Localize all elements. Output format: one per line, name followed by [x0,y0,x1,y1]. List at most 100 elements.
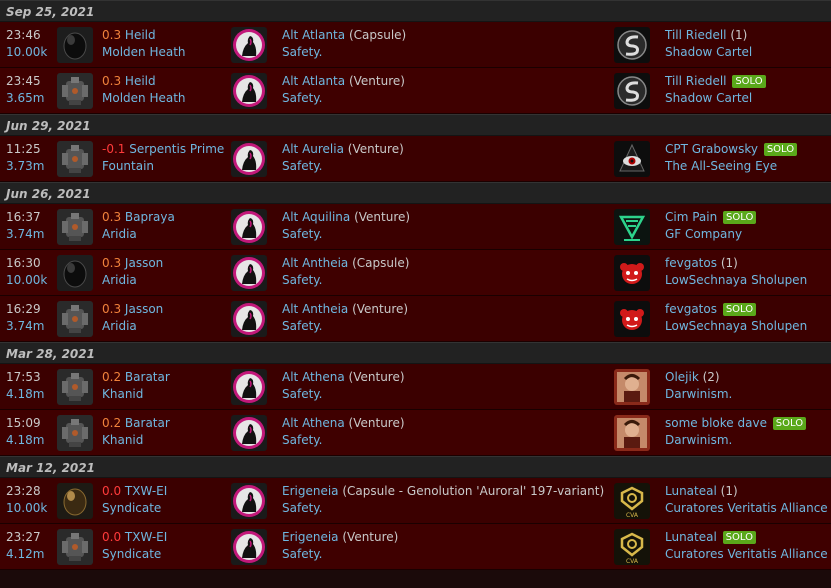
victim-portrait-icon[interactable] [231,141,267,177]
kill-time[interactable]: 16:30 [6,255,41,272]
victim-corp-link[interactable]: Safety. [282,318,323,335]
killmail-row[interactable]: 23:27 4.12m 0.0 TXW-EI Syndicate Erigeneia (… [0,524,831,570]
killmail-row[interactable]: 23:28 10.00k 0.0 TXW-EI Syndicate Erigeneia … [0,478,831,524]
victim-name-link[interactable]: Alt Antheia [282,302,348,316]
system-link[interactable]: TXW-EI [125,484,167,498]
kill-time[interactable]: 16:29 [6,301,41,318]
killer-corp-link[interactable]: LowSechnaya Sholupen [665,318,807,335]
kill-time[interactable]: 17:53 [6,369,41,386]
killer-corp-link[interactable]: Darwinism. [665,432,732,449]
venture-icon[interactable] [57,369,93,405]
kill-time[interactable]: 16:37 [6,209,41,226]
killmail-row[interactable]: 15:09 4.18m 0.2 Baratar Khanid Alt Athena (V… [0,410,831,456]
killer-name-link[interactable]: Lunateal [665,484,717,498]
victim-corp-link[interactable]: Safety. [282,158,323,175]
region-link[interactable]: Fountain [102,158,154,175]
genolution-capsule-icon[interactable] [57,483,93,519]
killmail-row[interactable]: 16:30 10.00k 0.3 Jasson Aridia Alt Antheia (… [0,250,831,296]
region-link[interactable]: Aridia [102,318,137,335]
victim-name-link[interactable]: Erigeneia [282,530,339,544]
capsule-icon[interactable] [57,27,93,63]
kill-time[interactable]: 23:46 [6,27,41,44]
venture-icon[interactable] [57,301,93,337]
victim-name-link[interactable]: Alt Athena [282,370,345,384]
victim-portrait-icon[interactable] [231,529,267,565]
region-link[interactable]: Aridia [102,272,137,289]
killer-corp-link[interactable]: GF Company [665,226,742,243]
darwinism-portrait-icon[interactable] [614,369,650,405]
system-link[interactable]: TXW-EI [125,530,167,544]
kill-time[interactable]: 15:09 [6,415,41,432]
region-link[interactable]: Molden Heath [102,90,186,107]
victim-portrait-icon[interactable] [231,255,267,291]
system-link[interactable]: Baratar [125,370,170,384]
killer-corp-link[interactable]: Shadow Cartel [665,44,752,61]
system-link[interactable]: Heild [125,28,156,42]
victim-portrait-icon[interactable] [231,27,267,63]
venture-icon[interactable] [57,415,93,451]
capsule-icon[interactable] [57,255,93,291]
killer-name-link[interactable]: Till Riedell [665,28,727,42]
system-link[interactable]: Baratar [125,416,170,430]
victim-name-link[interactable]: Erigeneia [282,484,339,498]
victim-corp-link[interactable]: Safety. [282,272,323,289]
killer-name-link[interactable]: Cim Pain [665,210,717,224]
region-link[interactable]: Khanid [102,386,143,403]
killer-corp-link[interactable]: Shadow Cartel [665,90,752,107]
killmail-row[interactable]: 11:25 3.73m -0.1 Serpentis Prime Fountain Al… [0,136,831,182]
killer-corp-link[interactable]: LowSechnaya Sholupen [665,272,807,289]
victim-corp-link[interactable]: Safety. [282,44,323,61]
victim-portrait-icon[interactable] [231,415,267,451]
region-link[interactable]: Molden Heath [102,44,186,61]
venture-icon[interactable] [57,73,93,109]
darwinism-portrait-icon[interactable] [614,415,650,451]
victim-name-link[interactable]: Alt Antheia [282,256,348,270]
victim-corp-link[interactable]: Safety. [282,546,323,563]
system-link[interactable]: Serpentis Prime [129,142,224,156]
killer-corp-link[interactable]: The All-Seeing Eye [665,158,777,175]
kill-time[interactable]: 23:27 [6,529,41,546]
venture-icon[interactable] [57,141,93,177]
lowsechnaya-logo-icon[interactable] [614,301,650,337]
shadow-cartel-logo-icon[interactable] [614,73,650,109]
victim-name-link[interactable]: Alt Aquilina [282,210,350,224]
gf-company-logo-icon[interactable] [614,209,650,245]
region-link[interactable]: Syndicate [102,500,161,517]
killer-corp-link[interactable]: Curatores Veritatis Alliance [665,500,828,517]
killer-name-link[interactable]: fevgatos [665,302,717,316]
killer-corp-link[interactable]: Curatores Veritatis Alliance [665,546,828,563]
kill-time[interactable]: 23:28 [6,483,41,500]
victim-portrait-icon[interactable] [231,301,267,337]
kill-time[interactable]: 23:45 [6,73,41,90]
victim-portrait-icon[interactable] [231,369,267,405]
region-link[interactable]: Syndicate [102,546,161,563]
killer-name-link[interactable]: CPT Grabowsky [665,142,758,156]
shadow-cartel-logo-icon[interactable] [614,27,650,63]
killer-name-link[interactable]: Lunateal [665,530,717,544]
victim-name-link[interactable]: Alt Atlanta [282,74,345,88]
killer-name-link[interactable]: Till Riedell [665,74,727,88]
victim-name-link[interactable]: Alt Aurelia [282,142,344,156]
killer-name-link[interactable]: Olejik [665,370,699,384]
venture-icon[interactable] [57,209,93,245]
victim-portrait-icon[interactable] [231,73,267,109]
lowsechnaya-logo-icon[interactable] [614,255,650,291]
killer-corp-link[interactable]: Darwinism. [665,386,732,403]
victim-corp-link[interactable]: Safety. [282,432,323,449]
victim-corp-link[interactable]: Safety. [282,500,323,517]
victim-corp-link[interactable]: Safety. [282,226,323,243]
killmail-row[interactable]: 23:46 10.00k 0.3 Heild Molden Heath Alt Atla… [0,22,831,68]
killmail-row[interactable]: 17:53 4.18m 0.2 Baratar Khanid Alt Athena (V… [0,364,831,410]
killmail-row[interactable]: 23:45 3.65m 0.3 Heild Molden Heath Alt Atlan… [0,68,831,114]
victim-corp-link[interactable]: Safety. [282,386,323,403]
victim-portrait-icon[interactable] [231,483,267,519]
killer-name-link[interactable]: fevgatos [665,256,717,270]
victim-corp-link[interactable]: Safety. [282,90,323,107]
all-seeing-eye-logo-icon[interactable] [614,141,650,177]
region-link[interactable]: Aridia [102,226,137,243]
cva-logo-icon[interactable]: CVA [614,483,650,519]
cva-logo-icon[interactable]: CVA [614,529,650,565]
system-link[interactable]: Bapraya [125,210,175,224]
victim-name-link[interactable]: Alt Atlanta [282,28,345,42]
system-link[interactable]: Heild [125,74,156,88]
